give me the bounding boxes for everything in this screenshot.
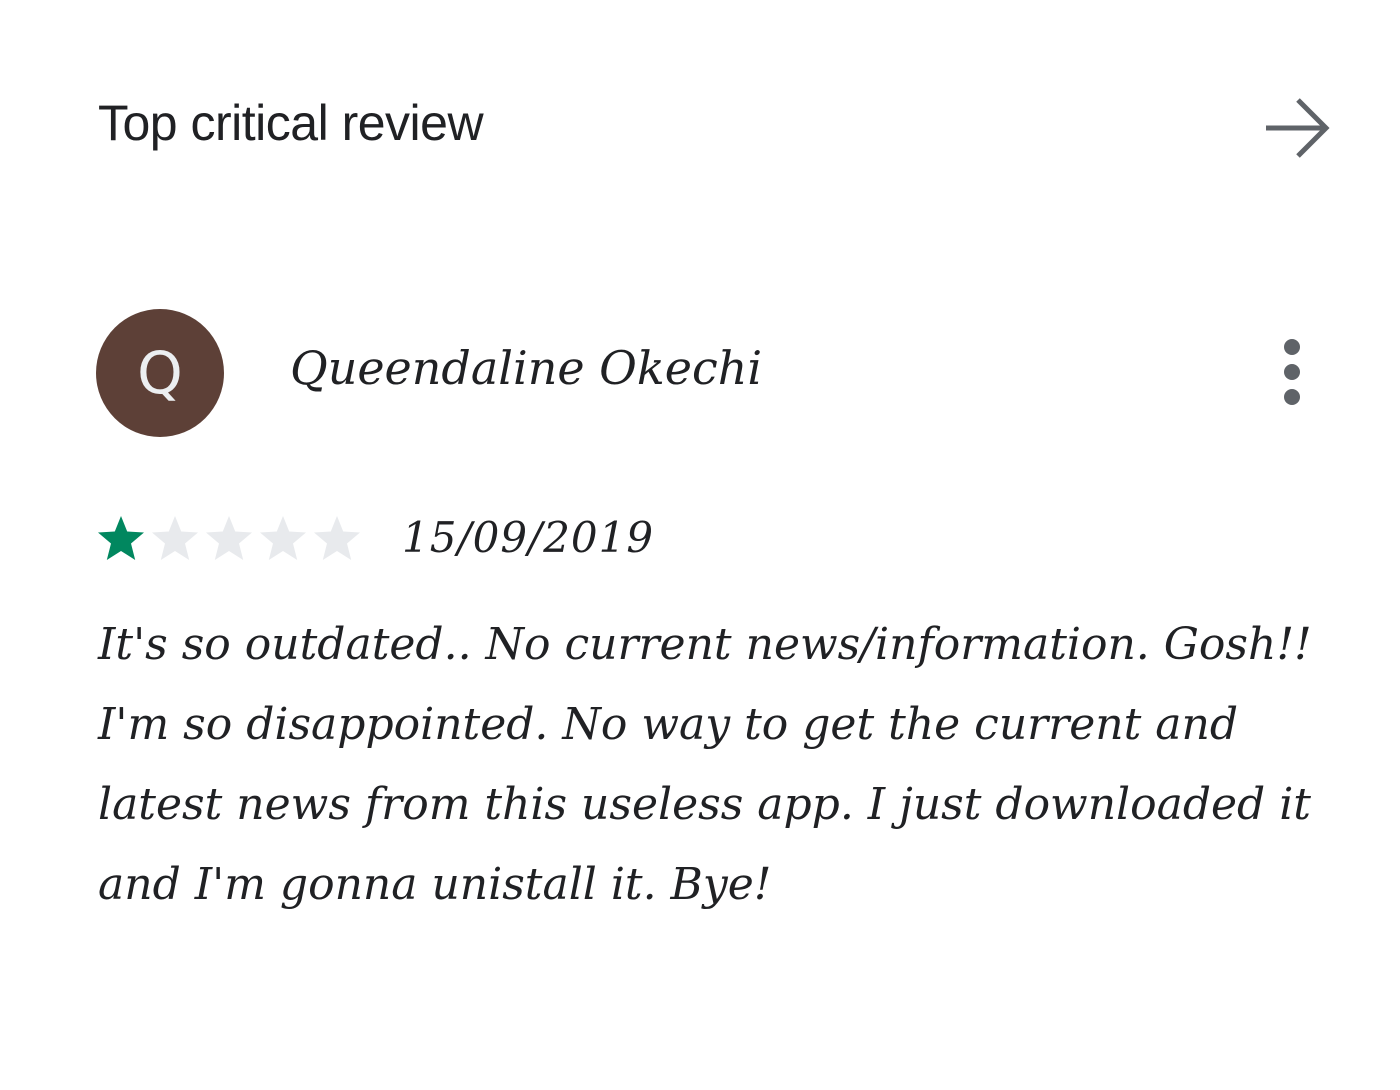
section-title: Top critical review (98, 95, 484, 151)
review-section-header: Top critical review (98, 92, 1332, 168)
reviewer-row: Q Queendaline Okechi (96, 309, 1304, 437)
avatar: Q (96, 309, 224, 437)
star-filled-icon (98, 516, 144, 560)
star-empty-icon (152, 516, 198, 560)
star-rating (96, 508, 366, 568)
review-text: It's so outdated.. No current news/infor… (98, 619, 1312, 910)
more-vert-icon (1284, 339, 1300, 405)
star-empty-icon (314, 516, 360, 560)
reviewer-name: Queendaline Okechi (290, 341, 763, 395)
star-empty-icon (206, 516, 252, 560)
review-date: 15/09/2019 (402, 513, 655, 562)
arrow-right-icon (1266, 98, 1330, 158)
star-empty-icon (260, 516, 306, 560)
rating-row: 15/09/2019 (96, 508, 654, 568)
more-options-button[interactable] (1272, 335, 1312, 411)
see-all-reviews-button[interactable] (1260, 92, 1332, 164)
